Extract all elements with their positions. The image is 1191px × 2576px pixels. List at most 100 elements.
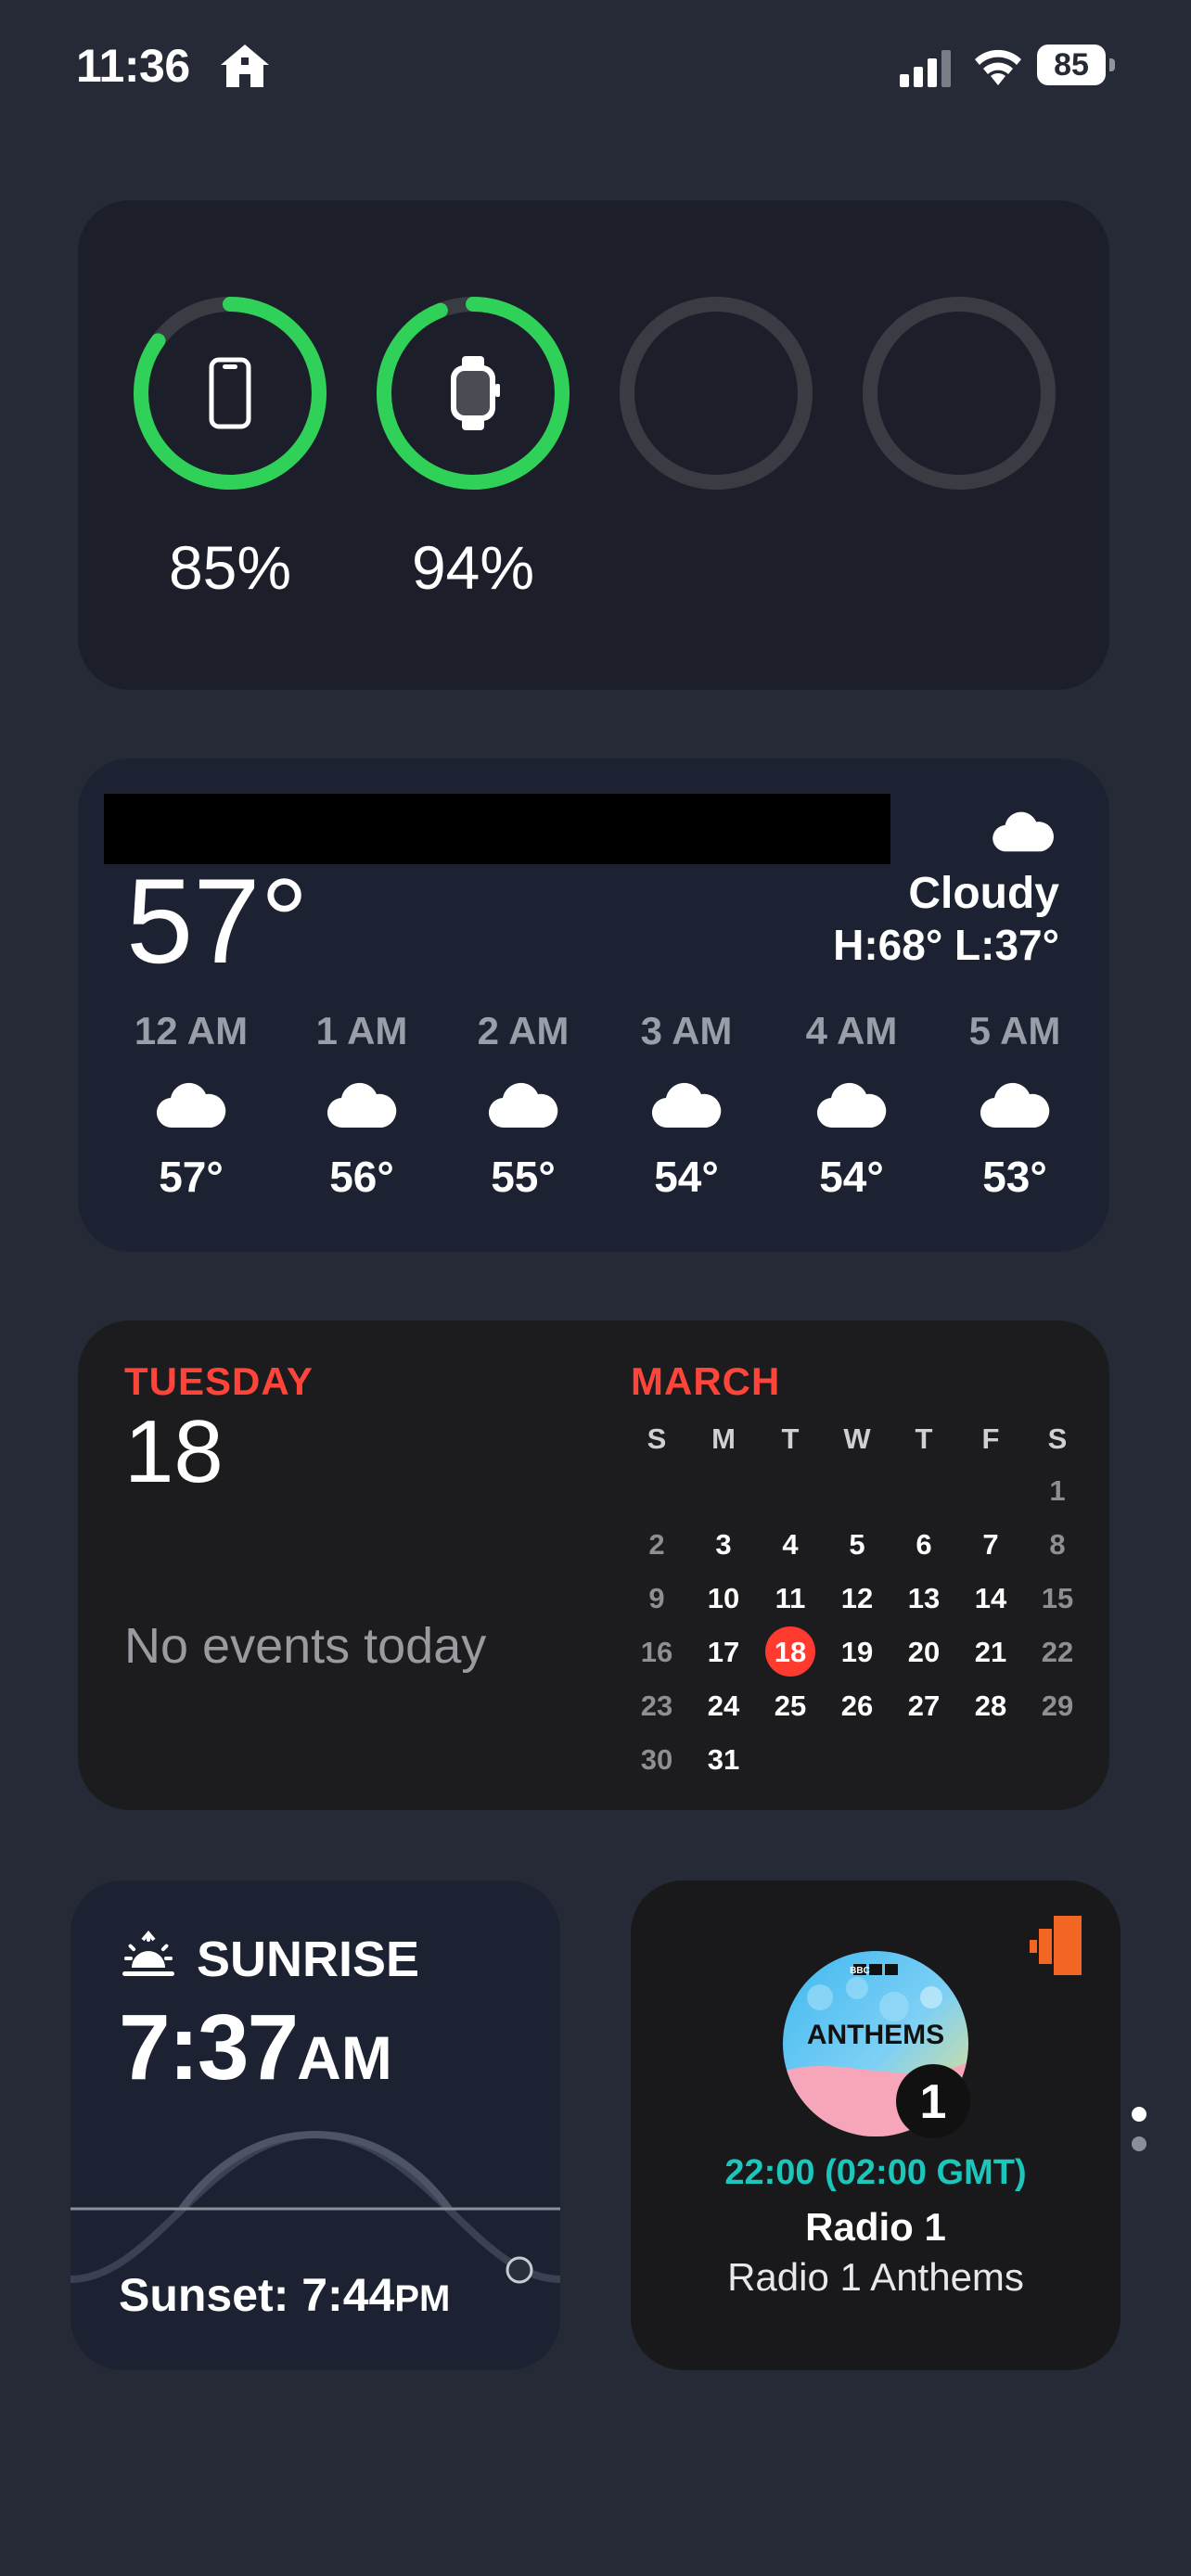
cloud-icon (327, 1082, 397, 1129)
current-temperature: 57° (126, 853, 309, 988)
hour-temperature: 56° (329, 1153, 394, 1201)
hour-time: 12 AM (134, 1009, 249, 1052)
calendar-date: 19 (840, 1636, 874, 1668)
hour-time: 1 AM (315, 1009, 408, 1052)
calendar-date: 18 (774, 1636, 807, 1668)
sunrise-widget[interactable]: SUNRISE 7:37AM Sunset: 7:44PM (70, 1881, 560, 2370)
weekday-header: S (647, 1422, 667, 1455)
radio-artwork: BBC ANTHEMS 1 (783, 1951, 970, 2138)
high-low: H:68° L:37° (833, 921, 1059, 969)
sunrise-time: 7:37AM (119, 1996, 392, 2099)
calendar-date: 7 (982, 1528, 999, 1561)
hour-forecast: 5 AM 53° (941, 1009, 1089, 1202)
batteries-widget[interactable]: 85% 94% (78, 200, 1109, 690)
battery-icon: 85 (1037, 45, 1115, 87)
home-icon (221, 45, 269, 87)
calendar-date: 6 (916, 1528, 932, 1561)
calendar-date: 2 (648, 1528, 665, 1561)
calendar-date: 5 (849, 1528, 865, 1561)
no-events-text: No events today (124, 1618, 487, 1674)
calendar-date: 20 (907, 1636, 941, 1668)
calendar-date: 24 (707, 1690, 740, 1722)
calendar-date: 16 (640, 1636, 673, 1668)
sunset-time: Sunset: 7:44PM (119, 2269, 451, 2321)
weekday-header: M (711, 1422, 736, 1455)
hour-forecast: 12 AM 57° (117, 1009, 265, 1202)
calendar-date: 17 (707, 1636, 740, 1668)
battery-ring-watch (373, 293, 573, 493)
cloud-icon (816, 1082, 887, 1129)
signal-icon (900, 50, 951, 87)
hour-temperature: 54° (819, 1153, 884, 1201)
calendar-date: 21 (974, 1636, 1007, 1668)
weekday-header: T (915, 1422, 933, 1455)
hour-temperature: 55° (491, 1153, 556, 1201)
hour-time: 2 AM (477, 1009, 570, 1052)
calendar-date: 31 (707, 1743, 740, 1776)
battery-ring-empty-2 (859, 293, 1059, 493)
calendar-date: 8 (1049, 1528, 1066, 1561)
battery-percent-iphone: 85% (168, 533, 292, 602)
widget-stack-page-indicator[interactable] (1132, 2098, 1146, 2153)
calendar-date: 25 (774, 1690, 807, 1722)
calendar-date: 28 (974, 1690, 1007, 1722)
calendar-date: 23 (640, 1690, 673, 1722)
calendar-date: 26 (840, 1690, 874, 1722)
calendar-date: 30 (640, 1743, 673, 1776)
radio-widget[interactable]: BBC ANTHEMS 1 22:00 (02:00 GMT) Radio 1 … (631, 1881, 1121, 2370)
hour-time: 3 AM (640, 1009, 733, 1052)
hour-temperature: 54° (654, 1153, 719, 1201)
calendar-date: 10 (707, 1582, 740, 1614)
sunrise-label: SUNRISE (197, 1932, 420, 1987)
calendar-date: 12 (840, 1582, 874, 1614)
broadcast-time: 22:00 (02:00 GMT) (724, 2153, 1027, 2192)
calendar-date: 22 (1041, 1636, 1074, 1668)
station-name: Radio 1 (805, 2205, 946, 2249)
weekday-header: T (781, 1422, 800, 1455)
calendar-date: 3 (715, 1528, 732, 1561)
weekday-header: S (1047, 1422, 1068, 1455)
cloud-icon (156, 1082, 226, 1129)
calendar-date: 14 (974, 1582, 1007, 1614)
battery-percent-watch: 94% (411, 533, 535, 602)
calendar-date: 27 (907, 1690, 941, 1722)
calendar-date: 1 (1049, 1474, 1066, 1507)
artwork-number: 1 (920, 2075, 947, 2129)
hour-time: 4 AM (805, 1009, 898, 1052)
show-name: Radio 1 Anthems (727, 2255, 1024, 2299)
hour-temperature: 57° (159, 1153, 224, 1201)
calendar-date: 4 (782, 1528, 799, 1561)
calendar-date: 15 (1041, 1582, 1074, 1614)
weather-condition: Cloudy (908, 869, 1059, 918)
calendar-widget[interactable]: TUESDAY 18 No events today MARCH SMTWTFS… (78, 1320, 1109, 1810)
weekday-header: F (981, 1422, 1000, 1455)
artwork-title: ANTHEMS (807, 2020, 944, 2050)
hour-time: 5 AM (968, 1009, 1061, 1052)
calendar-month: MARCH (631, 1359, 781, 1403)
calendar-date: 11 (775, 1582, 806, 1614)
hour-forecast: 2 AM 55° (449, 1009, 597, 1202)
cloud-icon (992, 811, 1054, 852)
bbc-sounds-icon (1030, 1916, 1082, 1975)
artwork-brand: BBC (850, 1966, 870, 1976)
battery-ring-empty-1 (616, 293, 816, 493)
weather-widget[interactable]: 57° Cloudy H:68° L:37° 12 AM 57° 1 AM 56… (78, 759, 1109, 1252)
status-time: 11:36 (76, 40, 190, 92)
cloud-icon (488, 1082, 558, 1129)
wifi-icon (975, 49, 1021, 85)
hour-forecast: 4 AM 54° (777, 1009, 926, 1202)
weekday-header: W (843, 1422, 871, 1455)
calendar-weekday: TUESDAY (124, 1359, 314, 1403)
hour-temperature: 53° (982, 1153, 1047, 1201)
calendar-date: 9 (648, 1582, 665, 1614)
iphone-icon (209, 357, 251, 429)
cloud-icon (651, 1082, 722, 1129)
cloud-icon (980, 1082, 1050, 1129)
calendar-date: 29 (1041, 1690, 1074, 1722)
battery-ring-iphone (130, 293, 330, 493)
hour-forecast: 1 AM 56° (288, 1009, 436, 1202)
calendar-day-number: 18 (124, 1402, 224, 1501)
sunrise-icon (122, 1931, 174, 1976)
battery-level: 85 (1037, 45, 1106, 85)
calendar-date: 13 (907, 1582, 941, 1614)
